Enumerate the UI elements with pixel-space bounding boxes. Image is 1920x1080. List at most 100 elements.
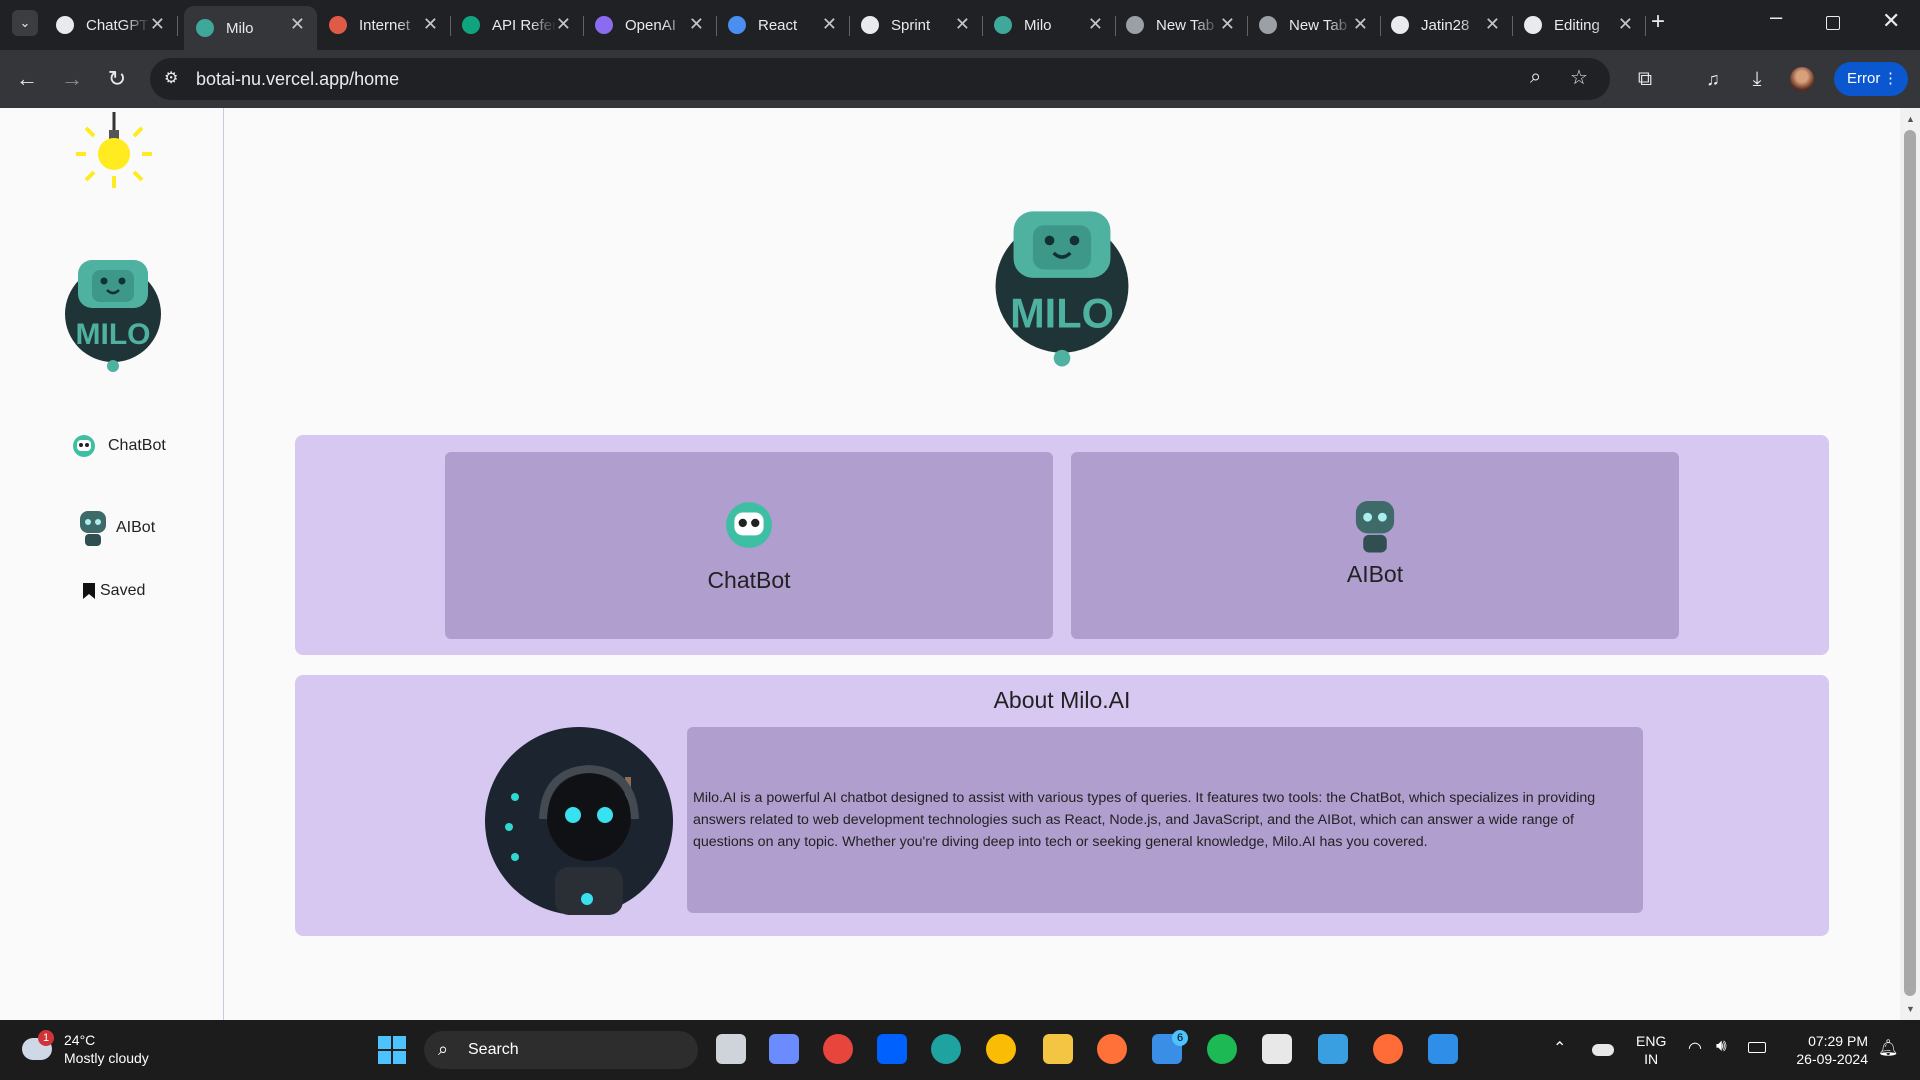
tab-5[interactable]: OpenAI ✕: [583, 6, 717, 44]
zoom-icon[interactable]: ⌕: [1530, 66, 1541, 89]
onedrive-cloud-icon[interactable]: [1592, 1044, 1614, 1056]
about-panel: About Milo.AI Milo.AI is a powerful AI c…: [295, 675, 1829, 936]
tab-close-icon[interactable]: ✕: [1618, 15, 1633, 33]
tab-7[interactable]: Sprint ✕: [849, 6, 983, 44]
tools-panel: ChatBot AIBot: [295, 435, 1829, 655]
tab-favicon-icon: [1524, 16, 1542, 34]
language-indicator[interactable]: ENG IN: [1636, 1032, 1666, 1068]
tab-6[interactable]: React ✕: [716, 6, 850, 44]
task-view-icon[interactable]: [716, 1034, 746, 1064]
close-window-button[interactable]: ✕: [1882, 8, 1900, 34]
aibot-card-label: AIBot: [1346, 561, 1404, 587]
reload-button[interactable]: ↻: [102, 64, 132, 94]
aibot-card[interactable]: AIBot: [1071, 452, 1679, 639]
lightbulb-icon[interactable]: [74, 112, 154, 202]
tab-close-icon[interactable]: ✕: [150, 15, 165, 33]
profile-avatar[interactable]: [1790, 67, 1814, 91]
copilot-icon[interactable]: [769, 1034, 799, 1064]
sidebar-item-aibot[interactable]: AIBot: [76, 508, 155, 548]
tab-close-icon[interactable]: ✕: [822, 15, 837, 33]
url-text[interactable]: botai-nu.vercel.app/home: [196, 69, 399, 90]
browser-toolbar: ← → ↻ ⚙ botai-nu.vercel.app/home ⌕ ☆ ⧉ ♫…: [0, 50, 1920, 108]
windows-start-icon[interactable]: [378, 1036, 406, 1064]
amazon-icon[interactable]: [1262, 1034, 1292, 1064]
chatbot-card[interactable]: ChatBot: [445, 452, 1053, 639]
about-title: About Milo.AI: [993, 687, 1131, 713]
tab-favicon-icon: [1126, 16, 1144, 34]
extensions-icon[interactable]: ⧉: [1630, 64, 1660, 94]
region-label: IN: [1644, 1051, 1659, 1067]
file-explorer-icon[interactable]: [1043, 1034, 1073, 1064]
tab-close-icon[interactable]: ✕: [556, 15, 571, 33]
sidebar-item-label: Saved: [100, 582, 146, 599]
page-scrollbar[interactable]: ▲ ▼: [1900, 108, 1920, 1020]
tab-9[interactable]: New Tab ✕: [1114, 6, 1248, 44]
tab-favicon-icon: [595, 16, 613, 34]
error-button[interactable]: Error ⋮: [1834, 62, 1908, 96]
page-viewport: MILO ChatBot AIBot Saved MILO ChatBot AI…: [0, 108, 1900, 1020]
weather-badge: 1: [38, 1030, 54, 1046]
edge-icon[interactable]: [931, 1034, 961, 1064]
notification-icon[interactable]: 🔔︎: [1878, 1038, 1898, 1058]
forward-button[interactable]: →: [57, 64, 87, 94]
tab-label: Internet: [359, 16, 410, 34]
tab-label: Milo: [226, 19, 254, 37]
weather-temp: 24°C: [64, 1032, 96, 1048]
sidebar-item-chatbot[interactable]: ChatBot: [72, 434, 166, 458]
download-icon[interactable]: ⤓: [1742, 64, 1772, 94]
bookmark-icon: [83, 583, 95, 599]
tab-12[interactable]: Editing ✕: [1512, 6, 1646, 44]
tab-close-icon[interactable]: ✕: [1088, 15, 1103, 33]
tab-close-icon[interactable]: ✕: [423, 15, 438, 33]
site-info-icon[interactable]: ⚙: [164, 68, 178, 88]
tab-11[interactable]: Jatin28 ✕: [1379, 6, 1513, 44]
back-button[interactable]: ←: [12, 64, 42, 94]
restore-button[interactable]: [1826, 16, 1840, 30]
tab-favicon-icon: [728, 16, 746, 34]
sidebar-item-saved[interactable]: Saved: [82, 582, 145, 600]
volume-icon[interactable]: 🔊︎: [1716, 1036, 1727, 1056]
vscode-icon[interactable]: [1428, 1034, 1458, 1064]
tab-10[interactable]: New Tab ✕: [1247, 6, 1381, 44]
chatbot-icon: [73, 435, 95, 457]
error-label: Error: [1847, 70, 1881, 87]
bookmark-star-icon[interactable]: ☆: [1570, 65, 1588, 90]
chrome-profile-icon[interactable]: [986, 1034, 1016, 1064]
spotify-icon[interactable]: [1207, 1034, 1237, 1064]
about-description-box: Milo.AI is a powerful AI chatbot designe…: [687, 727, 1643, 913]
chrome-icon[interactable]: [823, 1034, 853, 1064]
taskbar-search[interactable]: ⌕ Search: [424, 1031, 698, 1069]
tab-favicon-icon: [1391, 16, 1409, 34]
photos-icon[interactable]: [1318, 1034, 1348, 1064]
media-control-icon[interactable]: ♫: [1698, 64, 1728, 94]
new-tab-button[interactable]: +: [1651, 8, 1665, 36]
tab-search-button[interactable]: ⌄: [12, 10, 38, 36]
tab-1[interactable]: ChatGPT ✕: [44, 6, 178, 44]
scrollbar-thumb[interactable]: [1904, 130, 1916, 996]
address-bar[interactable]: ⚙ botai-nu.vercel.app/home ⌕ ☆: [150, 58, 1610, 100]
wifi-icon[interactable]: ◠: [1688, 1038, 1702, 1058]
tab-close-icon[interactable]: ✕: [955, 15, 970, 33]
tab-close-icon[interactable]: ✕: [1353, 15, 1368, 33]
tab-4[interactable]: API Reference✕: [450, 6, 584, 44]
weather-desc: Mostly cloudy: [64, 1050, 149, 1066]
tab-close-icon[interactable]: ✕: [1485, 15, 1500, 33]
tab-close-icon[interactable]: ✕: [290, 15, 305, 33]
battery-icon[interactable]: [1748, 1042, 1766, 1053]
clock[interactable]: 07:29 PM 26-09-2024: [1786, 1032, 1868, 1068]
tab-close-icon[interactable]: ✕: [1220, 15, 1235, 33]
chevron-up-icon[interactable]: ⌃: [1553, 1038, 1566, 1058]
dropbox-icon[interactable]: [877, 1034, 907, 1064]
weather-widget[interactable]: 1 24°C Mostly cloudy: [20, 1030, 180, 1070]
aibot-robot-icon: [80, 511, 106, 546]
firefox-icon[interactable]: [1097, 1034, 1127, 1064]
sidebar: MILO ChatBot AIBot Saved: [0, 108, 224, 1020]
tab-3[interactable]: Internet ✕: [317, 6, 451, 44]
lang-label: ENG: [1636, 1033, 1667, 1049]
minimize-button[interactable]: –: [1770, 4, 1782, 30]
postman-icon[interactable]: [1373, 1034, 1403, 1064]
tab-label: New Tab: [1289, 16, 1348, 34]
tab-8[interactable]: Milo ✕: [982, 6, 1116, 44]
tab-close-icon[interactable]: ✕: [689, 15, 704, 33]
tab-2[interactable]: Milo ✕: [184, 6, 317, 50]
